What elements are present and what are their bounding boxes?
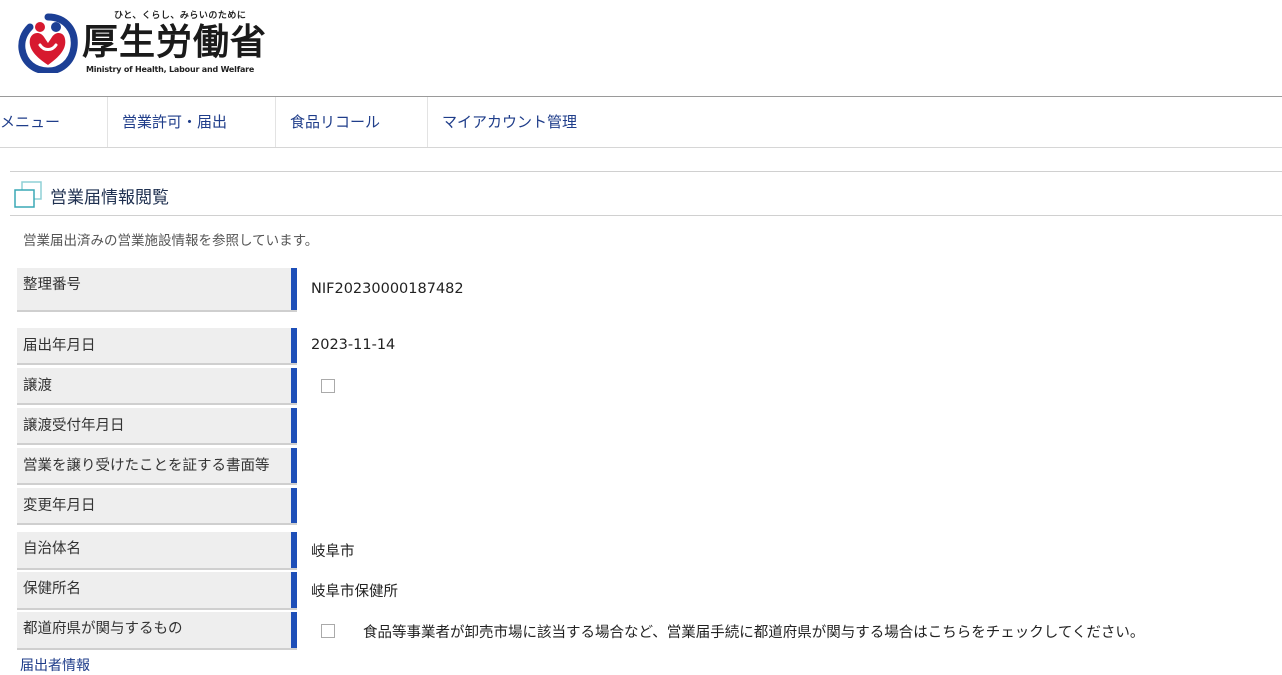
field-row-todokede-date: 届出年月日 2023-11-14 bbox=[17, 328, 1277, 365]
label-accent-bar bbox=[291, 532, 297, 568]
mhlw-logo[interactable]: ひと、くらし、みらいのために 厚生労働省 Ministry of Health,… bbox=[18, 8, 268, 78]
nav-item-food-recall[interactable]: 食品リコール bbox=[276, 97, 428, 147]
field-label: 変更年月日 bbox=[17, 488, 297, 525]
field-label: 整理番号 bbox=[17, 268, 297, 312]
window-squares-icon bbox=[14, 181, 42, 208]
field-label: 届出年月日 bbox=[17, 328, 297, 365]
label-accent-bar bbox=[291, 612, 297, 648]
field-value-todokede-date: 2023-11-14 bbox=[311, 337, 396, 353]
section-divider-bottom bbox=[10, 215, 1282, 216]
page-title: 営業届情報閲覧 bbox=[50, 188, 169, 208]
field-value-hokenjo: 岐阜市保健所 bbox=[311, 584, 398, 600]
todofuken-checkbox[interactable] bbox=[321, 624, 335, 638]
mhlw-logo-icon bbox=[18, 13, 78, 73]
nav-item-menu[interactable]: メニュー bbox=[0, 97, 108, 147]
label-accent-bar bbox=[291, 488, 297, 523]
label-accent-bar bbox=[291, 572, 297, 608]
field-row-joto-doc: 営業を譲り受けたことを証する書面等 bbox=[17, 448, 1277, 485]
todofuken-note: 食品等事業者が卸売市場に該当する場合など、営業届手続に都道府県が関与する場合はこ… bbox=[363, 625, 1145, 641]
field-value-seiri-bango: NIF20230000187482 bbox=[311, 281, 464, 297]
global-nav: メニュー 営業許可・届出 食品リコール マイアカウント管理 bbox=[0, 96, 1282, 148]
nav-item-eigyo-kyoka[interactable]: 営業許可・届出 bbox=[108, 97, 276, 147]
field-row-henko-date: 変更年月日 bbox=[17, 488, 1277, 525]
page-description: 営業届出済みの営業施設情報を参照しています。 bbox=[23, 233, 319, 249]
joto-checkbox[interactable] bbox=[321, 379, 335, 393]
site-header: ひと、くらし、みらいのために 厚生労働省 Ministry of Health,… bbox=[0, 0, 1282, 96]
logo-org-name: 厚生労働省 bbox=[82, 21, 268, 63]
field-label: 譲渡 bbox=[17, 368, 297, 405]
section-heading-todokedesha: 届出者情報 bbox=[20, 658, 90, 674]
field-row-jichitai: 自治体名 岐阜市 bbox=[17, 532, 1277, 570]
field-row-joto: 譲渡 bbox=[17, 368, 1277, 405]
label-accent-bar bbox=[291, 268, 297, 310]
field-value-jichitai: 岐阜市 bbox=[311, 544, 355, 560]
field-row-todofuken: 都道府県が関与するもの 食品等事業者が卸売市場に該当する場合など、営業届手続に都… bbox=[17, 612, 1277, 650]
field-label: 営業を譲り受けたことを証する書面等 bbox=[17, 448, 297, 485]
field-label: 都道府県が関与するもの bbox=[17, 612, 297, 650]
field-row-seiri-bango: 整理番号 NIF20230000187482 bbox=[17, 268, 1277, 312]
label-accent-bar bbox=[291, 448, 297, 483]
label-accent-bar bbox=[291, 368, 297, 403]
field-row-hokenjo: 保健所名 岐阜市保健所 bbox=[17, 572, 1277, 610]
field-label: 譲渡受付年月日 bbox=[17, 408, 297, 445]
label-accent-bar bbox=[291, 408, 297, 443]
label-accent-bar bbox=[291, 328, 297, 363]
section-divider-top bbox=[10, 171, 1282, 172]
field-label: 保健所名 bbox=[17, 572, 297, 610]
logo-org-name-en: Ministry of Health, Labour and Welfare bbox=[86, 65, 255, 74]
nav-item-my-account[interactable]: マイアカウント管理 bbox=[428, 97, 628, 147]
field-row-joto-date: 譲渡受付年月日 bbox=[17, 408, 1277, 445]
field-label: 自治体名 bbox=[17, 532, 297, 570]
